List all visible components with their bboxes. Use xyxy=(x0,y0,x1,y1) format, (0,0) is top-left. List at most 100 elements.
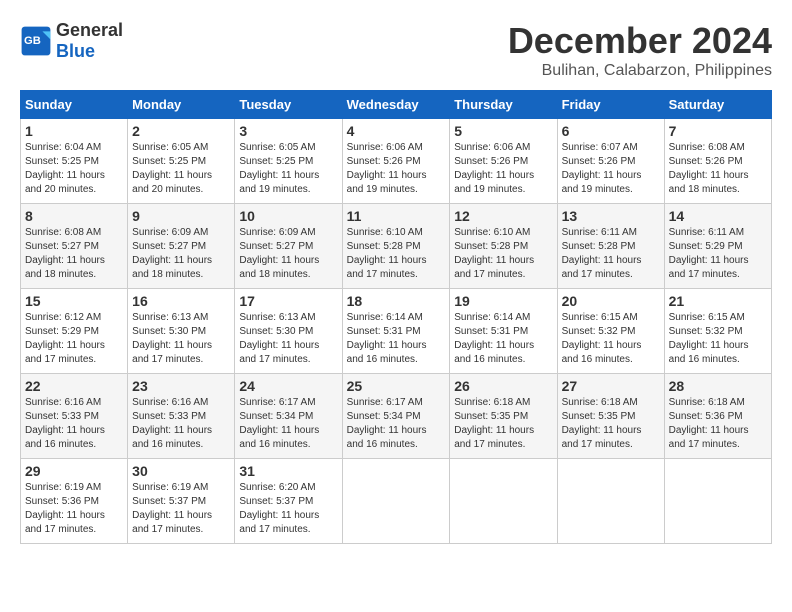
day-number: 19 xyxy=(454,293,552,309)
day-number: 9 xyxy=(132,208,230,224)
calendar-cell: 30 Sunrise: 6:19 AMSunset: 5:37 PMDaylig… xyxy=(128,459,235,544)
calendar-header-row: SundayMondayTuesdayWednesdayThursdayFrid… xyxy=(21,91,772,119)
calendar-cell: 15 Sunrise: 6:12 AMSunset: 5:29 PMDaylig… xyxy=(21,289,128,374)
day-info: Sunrise: 6:12 AMSunset: 5:29 PMDaylight:… xyxy=(25,312,105,365)
calendar-cell: 16 Sunrise: 6:13 AMSunset: 5:30 PMDaylig… xyxy=(128,289,235,374)
day-number: 13 xyxy=(562,208,660,224)
day-of-week-header: Friday xyxy=(557,91,664,119)
day-info: Sunrise: 6:13 AMSunset: 5:30 PMDaylight:… xyxy=(239,312,319,365)
calendar-cell: 27 Sunrise: 6:18 AMSunset: 5:35 PMDaylig… xyxy=(557,374,664,459)
location-title: Bulihan, Calabarzon, Philippines xyxy=(508,62,772,80)
calendar-cell: 14 Sunrise: 6:11 AMSunset: 5:29 PMDaylig… xyxy=(664,204,771,289)
calendar-cell: 4 Sunrise: 6:06 AMSunset: 5:26 PMDayligh… xyxy=(342,119,450,204)
day-of-week-header: Wednesday xyxy=(342,91,450,119)
day-info: Sunrise: 6:09 AMSunset: 5:27 PMDaylight:… xyxy=(239,227,319,280)
day-info: Sunrise: 6:11 AMSunset: 5:29 PMDaylight:… xyxy=(669,227,749,280)
calendar-cell: 18 Sunrise: 6:14 AMSunset: 5:31 PMDaylig… xyxy=(342,289,450,374)
calendar-cell xyxy=(342,459,450,544)
day-number: 14 xyxy=(669,208,767,224)
day-number: 27 xyxy=(562,378,660,394)
calendar-cell: 7 Sunrise: 6:08 AMSunset: 5:26 PMDayligh… xyxy=(664,119,771,204)
calendar-cell: 25 Sunrise: 6:17 AMSunset: 5:34 PMDaylig… xyxy=(342,374,450,459)
day-info: Sunrise: 6:16 AMSunset: 5:33 PMDaylight:… xyxy=(132,397,212,450)
logo-general: General xyxy=(56,20,123,40)
day-number: 4 xyxy=(347,123,446,139)
day-of-week-header: Sunday xyxy=(21,91,128,119)
day-of-week-header: Thursday xyxy=(450,91,557,119)
day-info: Sunrise: 6:10 AMSunset: 5:28 PMDaylight:… xyxy=(454,227,534,280)
calendar-cell: 5 Sunrise: 6:06 AMSunset: 5:26 PMDayligh… xyxy=(450,119,557,204)
day-number: 1 xyxy=(25,123,123,139)
page-header: GB General Blue December 2024 Bulihan, C… xyxy=(20,20,772,80)
day-of-week-header: Monday xyxy=(128,91,235,119)
calendar-cell: 6 Sunrise: 6:07 AMSunset: 5:26 PMDayligh… xyxy=(557,119,664,204)
day-number: 25 xyxy=(347,378,446,394)
logo-container: GB General Blue xyxy=(20,20,123,62)
day-number: 8 xyxy=(25,208,123,224)
day-info: Sunrise: 6:19 AMSunset: 5:37 PMDaylight:… xyxy=(132,482,212,535)
day-number: 31 xyxy=(239,463,337,479)
calendar-cell: 23 Sunrise: 6:16 AMSunset: 5:33 PMDaylig… xyxy=(128,374,235,459)
calendar-cell: 28 Sunrise: 6:18 AMSunset: 5:36 PMDaylig… xyxy=(664,374,771,459)
day-info: Sunrise: 6:18 AMSunset: 5:35 PMDaylight:… xyxy=(562,397,642,450)
day-number: 24 xyxy=(239,378,337,394)
day-info: Sunrise: 6:14 AMSunset: 5:31 PMDaylight:… xyxy=(347,312,427,365)
month-title: December 2024 xyxy=(508,20,772,62)
day-number: 18 xyxy=(347,293,446,309)
day-info: Sunrise: 6:19 AMSunset: 5:36 PMDaylight:… xyxy=(25,482,105,535)
day-info: Sunrise: 6:04 AMSunset: 5:25 PMDaylight:… xyxy=(25,142,105,195)
day-info: Sunrise: 6:08 AMSunset: 5:27 PMDaylight:… xyxy=(25,227,105,280)
calendar-cell: 2 Sunrise: 6:05 AMSunset: 5:25 PMDayligh… xyxy=(128,119,235,204)
calendar-cell: 12 Sunrise: 6:10 AMSunset: 5:28 PMDaylig… xyxy=(450,204,557,289)
calendar-cell: 24 Sunrise: 6:17 AMSunset: 5:34 PMDaylig… xyxy=(235,374,342,459)
day-info: Sunrise: 6:05 AMSunset: 5:25 PMDaylight:… xyxy=(239,142,319,195)
day-number: 22 xyxy=(25,378,123,394)
day-number: 30 xyxy=(132,463,230,479)
day-info: Sunrise: 6:14 AMSunset: 5:31 PMDaylight:… xyxy=(454,312,534,365)
day-number: 10 xyxy=(239,208,337,224)
calendar-week-row: 1 Sunrise: 6:04 AMSunset: 5:25 PMDayligh… xyxy=(21,119,772,204)
day-number: 5 xyxy=(454,123,552,139)
logo-text: General Blue xyxy=(56,20,123,62)
svg-text:GB: GB xyxy=(24,35,41,47)
calendar-cell: 10 Sunrise: 6:09 AMSunset: 5:27 PMDaylig… xyxy=(235,204,342,289)
day-info: Sunrise: 6:20 AMSunset: 5:37 PMDaylight:… xyxy=(239,482,319,535)
calendar-cell: 8 Sunrise: 6:08 AMSunset: 5:27 PMDayligh… xyxy=(21,204,128,289)
day-number: 6 xyxy=(562,123,660,139)
day-number: 21 xyxy=(669,293,767,309)
calendar-week-row: 8 Sunrise: 6:08 AMSunset: 5:27 PMDayligh… xyxy=(21,204,772,289)
day-number: 17 xyxy=(239,293,337,309)
day-of-week-header: Saturday xyxy=(664,91,771,119)
day-number: 23 xyxy=(132,378,230,394)
day-number: 11 xyxy=(347,208,446,224)
day-info: Sunrise: 6:15 AMSunset: 5:32 PMDaylight:… xyxy=(562,312,642,365)
day-info: Sunrise: 6:09 AMSunset: 5:27 PMDaylight:… xyxy=(132,227,212,280)
calendar-cell xyxy=(664,459,771,544)
day-info: Sunrise: 6:13 AMSunset: 5:30 PMDaylight:… xyxy=(132,312,212,365)
calendar-week-row: 22 Sunrise: 6:16 AMSunset: 5:33 PMDaylig… xyxy=(21,374,772,459)
calendar-week-row: 15 Sunrise: 6:12 AMSunset: 5:29 PMDaylig… xyxy=(21,289,772,374)
day-info: Sunrise: 6:11 AMSunset: 5:28 PMDaylight:… xyxy=(562,227,642,280)
calendar-cell: 20 Sunrise: 6:15 AMSunset: 5:32 PMDaylig… xyxy=(557,289,664,374)
day-number: 15 xyxy=(25,293,123,309)
day-info: Sunrise: 6:16 AMSunset: 5:33 PMDaylight:… xyxy=(25,397,105,450)
logo: GB General Blue xyxy=(20,20,123,62)
calendar-cell: 31 Sunrise: 6:20 AMSunset: 5:37 PMDaylig… xyxy=(235,459,342,544)
day-number: 26 xyxy=(454,378,552,394)
calendar-table: SundayMondayTuesdayWednesdayThursdayFrid… xyxy=(20,90,772,544)
day-number: 7 xyxy=(669,123,767,139)
title-area: December 2024 Bulihan, Calabarzon, Phili… xyxy=(508,20,772,80)
day-info: Sunrise: 6:17 AMSunset: 5:34 PMDaylight:… xyxy=(347,397,427,450)
calendar-week-row: 29 Sunrise: 6:19 AMSunset: 5:36 PMDaylig… xyxy=(21,459,772,544)
day-number: 12 xyxy=(454,208,552,224)
day-info: Sunrise: 6:07 AMSunset: 5:26 PMDaylight:… xyxy=(562,142,642,195)
day-info: Sunrise: 6:18 AMSunset: 5:36 PMDaylight:… xyxy=(669,397,749,450)
calendar-cell: 19 Sunrise: 6:14 AMSunset: 5:31 PMDaylig… xyxy=(450,289,557,374)
day-info: Sunrise: 6:17 AMSunset: 5:34 PMDaylight:… xyxy=(239,397,319,450)
day-info: Sunrise: 6:06 AMSunset: 5:26 PMDaylight:… xyxy=(347,142,427,195)
day-info: Sunrise: 6:10 AMSunset: 5:28 PMDaylight:… xyxy=(347,227,427,280)
calendar-cell: 3 Sunrise: 6:05 AMSunset: 5:25 PMDayligh… xyxy=(235,119,342,204)
day-number: 2 xyxy=(132,123,230,139)
day-info: Sunrise: 6:18 AMSunset: 5:35 PMDaylight:… xyxy=(454,397,534,450)
day-number: 29 xyxy=(25,463,123,479)
